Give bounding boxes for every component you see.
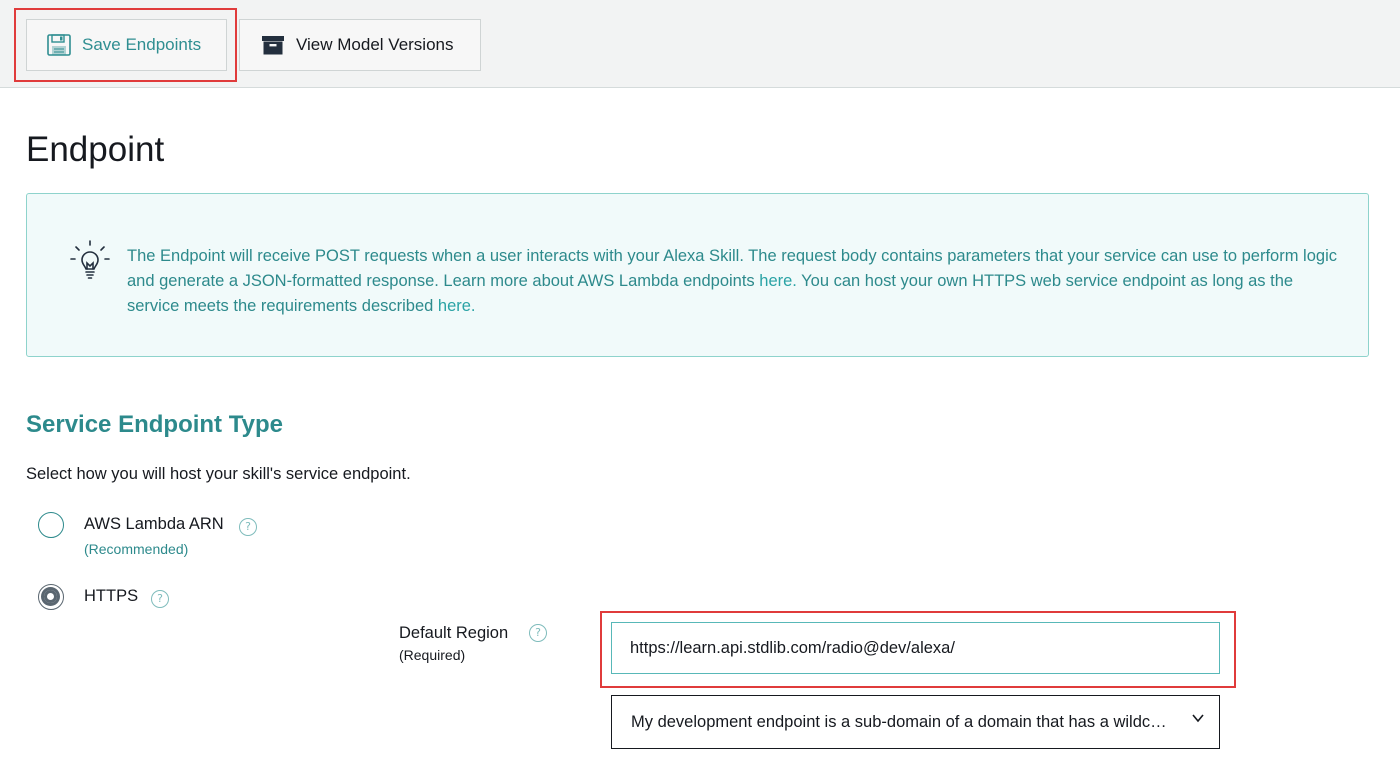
info-text: The Endpoint will receive POST requests … <box>127 244 1342 319</box>
view-model-versions-label: View Model Versions <box>296 35 454 54</box>
default-region-required: (Required) <box>399 647 466 663</box>
aws-lambda-label: AWS Lambda ARN <box>84 515 224 533</box>
https-requirements-link[interactable]: here. <box>438 297 476 315</box>
section-title: Service Endpoint Type <box>26 411 283 438</box>
https-radio[interactable] <box>38 584 64 610</box>
section-description: Select how you will host your skill's se… <box>26 465 411 483</box>
https-label: HTTPS <box>84 587 139 605</box>
archive-box-icon <box>262 36 284 55</box>
aws-lambda-help-icon[interactable]: ? <box>239 518 257 536</box>
save-endpoints-button[interactable]: Save Endpoints <box>26 19 227 71</box>
lambda-docs-link[interactable]: here. <box>759 272 797 290</box>
aws-lambda-sublabel: (Recommended) <box>84 541 189 557</box>
endpoint-url-input[interactable] <box>611 622 1220 674</box>
https-help-icon[interactable]: ? <box>151 590 169 608</box>
default-region-help-icon[interactable]: ? <box>529 624 547 642</box>
toolbar: Save Endpoints View Model Versions <box>0 0 1400 88</box>
save-endpoints-label: Save Endpoints <box>82 35 202 54</box>
default-region-label: Default Region <box>399 624 509 642</box>
aws-lambda-radio[interactable] <box>38 512 64 538</box>
floppy-disk-icon <box>47 34 71 56</box>
lightbulb-icon <box>70 240 110 279</box>
ssl-certificate-select[interactable]: My development endpoint is a sub-domain … <box>611 695 1220 749</box>
chevron-down-icon <box>1192 714 1204 723</box>
page-title: Endpoint <box>26 130 165 169</box>
view-model-versions-button[interactable]: View Model Versions <box>239 19 481 71</box>
ssl-certificate-selected-value: My development endpoint is a sub-domain … <box>631 712 1167 731</box>
info-alert: The Endpoint will receive POST requests … <box>26 193 1369 357</box>
